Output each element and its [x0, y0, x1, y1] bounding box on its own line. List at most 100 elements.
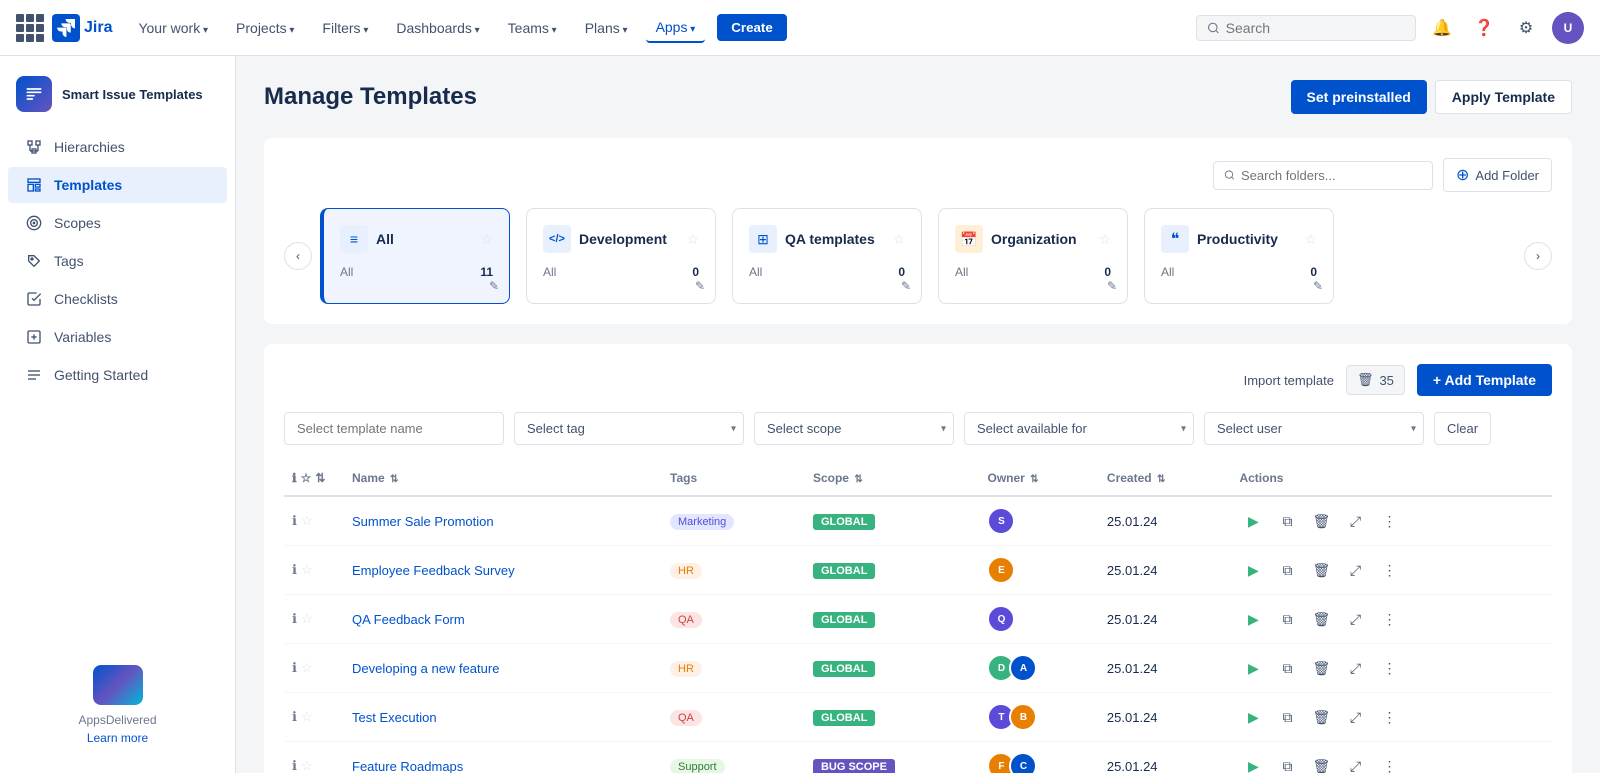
folder-dev-edit-icon[interactable]: ✎ — [695, 279, 705, 293]
template-name-link[interactable]: Test Execution — [352, 710, 437, 725]
row-star-icon[interactable]: ☆ — [301, 562, 313, 578]
share-button[interactable]: ⤢ — [1341, 654, 1369, 682]
folder-search-box[interactable] — [1213, 161, 1433, 190]
row-star-icon[interactable]: ☆ — [301, 660, 313, 676]
sidebar-item-templates[interactable]: Templates — [8, 167, 227, 203]
folder-qa-edit-icon[interactable]: ✎ — [901, 279, 911, 293]
folder-prod-edit-icon[interactable]: ✎ — [1313, 279, 1323, 293]
row-info-icon[interactable]: ℹ — [292, 562, 297, 578]
help-button[interactable]: ❓ — [1468, 12, 1500, 44]
play-button[interactable]: ▶ — [1239, 703, 1267, 731]
row-info-icon[interactable]: ℹ — [292, 758, 297, 773]
scope-sort-icon[interactable]: ⇅ — [854, 474, 862, 485]
clear-filters-button[interactable]: Clear — [1434, 412, 1491, 445]
menu-button[interactable]: ⋮ — [1375, 752, 1403, 773]
menu-button[interactable]: ⋮ — [1375, 605, 1403, 633]
folder-card-qa[interactable]: ⊞ QA templates ☆ All 0 ✎ — [732, 208, 922, 304]
nav-plans[interactable]: Plans — [575, 14, 638, 42]
menu-button[interactable]: ⋮ — [1375, 507, 1403, 535]
copy-button[interactable]: ⧉ — [1273, 752, 1301, 773]
row-info-icon[interactable]: ℹ — [292, 611, 297, 627]
menu-button[interactable]: ⋮ — [1375, 556, 1403, 584]
share-button[interactable]: ⤢ — [1341, 556, 1369, 584]
add-folder-button[interactable]: ⊕ Add Folder — [1443, 158, 1552, 192]
sidebar-item-tags[interactable]: Tags — [8, 243, 227, 279]
play-button[interactable]: ▶ — [1239, 507, 1267, 535]
create-button[interactable]: Create — [717, 14, 787, 41]
nav-teams[interactable]: Teams — [498, 14, 567, 42]
import-template-button[interactable]: Import template — [1244, 373, 1334, 388]
folder-card-development[interactable]: </> Development ☆ All 0 ✎ — [526, 208, 716, 304]
folder-prod-star[interactable]: ☆ — [1304, 231, 1317, 248]
folder-all-star[interactable]: ☆ — [480, 231, 493, 248]
copy-button[interactable]: ⧉ — [1273, 605, 1301, 633]
nav-dashboards[interactable]: Dashboards — [386, 14, 489, 42]
filter-template-name[interactable] — [284, 412, 504, 445]
folder-search-input[interactable] — [1241, 168, 1422, 183]
menu-button[interactable]: ⋮ — [1375, 703, 1403, 731]
play-button[interactable]: ▶ — [1239, 605, 1267, 633]
delete-button[interactable]: 🗑 — [1307, 703, 1335, 731]
nav-your-work[interactable]: Your work — [128, 14, 218, 42]
share-button[interactable]: ⤢ — [1341, 507, 1369, 535]
search-box[interactable] — [1196, 15, 1416, 41]
template-name-link[interactable]: Summer Sale Promotion — [352, 514, 494, 529]
filter-tag-select[interactable]: Select tag — [514, 412, 744, 445]
play-button[interactable]: ▶ — [1239, 556, 1267, 584]
learn-more-link[interactable]: Learn more — [87, 731, 148, 745]
nav-filters[interactable]: Filters — [312, 14, 378, 42]
copy-button[interactable]: ⧉ — [1273, 507, 1301, 535]
sidebar-item-getting-started[interactable]: Getting Started — [8, 357, 227, 393]
carousel-prev-button[interactable]: ‹ — [284, 242, 312, 270]
filter-scope-select[interactable]: Select scope — [754, 412, 954, 445]
notifications-button[interactable]: 🔔 — [1426, 12, 1458, 44]
template-name-link[interactable]: Employee Feedback Survey — [352, 563, 515, 578]
th-sort-icon[interactable]: ⇅ — [315, 471, 325, 485]
row-info-icon[interactable]: ℹ — [292, 513, 297, 529]
template-name-link[interactable]: QA Feedback Form — [352, 612, 465, 627]
filter-available-select[interactable]: Select available for — [964, 412, 1194, 445]
menu-button[interactable]: ⋮ — [1375, 654, 1403, 682]
play-button[interactable]: ▶ — [1239, 654, 1267, 682]
set-preinstalled-button[interactable]: Set preinstalled — [1291, 80, 1427, 114]
sidebar-item-variables[interactable]: Variables — [8, 319, 227, 355]
settings-button[interactable]: ⚙ — [1510, 12, 1542, 44]
user-avatar[interactable]: U — [1552, 12, 1584, 44]
row-star-icon[interactable]: ☆ — [301, 709, 313, 725]
filter-user-select[interactable]: Select user — [1204, 412, 1424, 445]
template-name-link[interactable]: Developing a new feature — [352, 661, 499, 676]
delete-button[interactable]: 🗑 — [1307, 654, 1335, 682]
sidebar-item-hierarchies[interactable]: Hierarchies — [8, 129, 227, 165]
share-button[interactable]: ⤢ — [1341, 752, 1369, 773]
carousel-next-button[interactable]: › — [1524, 242, 1552, 270]
folder-card-organization[interactable]: 📅 Organization ☆ All 0 ✎ — [938, 208, 1128, 304]
row-star-icon[interactable]: ☆ — [301, 513, 313, 529]
search-input[interactable] — [1226, 20, 1405, 36]
template-name-link[interactable]: Feature Roadmaps — [352, 759, 463, 773]
name-sort-icon[interactable]: ⇅ — [390, 474, 398, 485]
row-info-icon[interactable]: ℹ — [292, 660, 297, 676]
copy-button[interactable]: ⧉ — [1273, 654, 1301, 682]
grid-menu-icon[interactable] — [16, 14, 44, 42]
sidebar-item-scopes[interactable]: Scopes — [8, 205, 227, 241]
play-button[interactable]: ▶ — [1239, 752, 1267, 773]
sidebar-item-checklists[interactable]: Checklists — [8, 281, 227, 317]
copy-button[interactable]: ⧉ — [1273, 703, 1301, 731]
folder-org-star[interactable]: ☆ — [1098, 231, 1111, 248]
delete-button[interactable]: 🗑 — [1307, 507, 1335, 535]
row-star-icon[interactable]: ☆ — [301, 758, 313, 773]
share-button[interactable]: ⤢ — [1341, 605, 1369, 633]
row-star-icon[interactable]: ☆ — [301, 611, 313, 627]
owner-sort-icon[interactable]: ⇅ — [1030, 474, 1038, 485]
nav-projects[interactable]: Projects — [226, 14, 304, 42]
created-sort-icon[interactable]: ⇅ — [1157, 474, 1165, 485]
share-button[interactable]: ⤢ — [1341, 703, 1369, 731]
folder-dev-star[interactable]: ☆ — [686, 231, 699, 248]
delete-button[interactable]: 🗑 — [1307, 752, 1335, 773]
delete-button[interactable]: 🗑 — [1307, 556, 1335, 584]
folder-card-all[interactable]: ≡ All ☆ All 11 ✎ — [320, 208, 510, 304]
folder-qa-star[interactable]: ☆ — [892, 231, 905, 248]
jira-logo[interactable]: Jira — [52, 14, 112, 42]
nav-apps[interactable]: Apps — [646, 13, 706, 43]
folder-card-productivity[interactable]: ❝ Productivity ☆ All 0 ✎ — [1144, 208, 1334, 304]
